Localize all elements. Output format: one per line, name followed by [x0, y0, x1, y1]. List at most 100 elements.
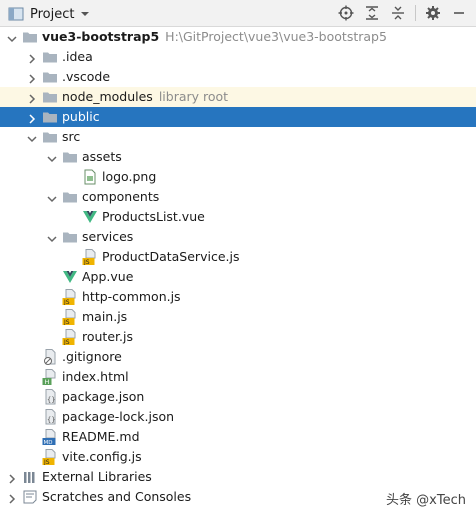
chevron-down-icon[interactable]: [80, 10, 90, 18]
tree-row-http-common-js[interactable]: JS http-common.js: [0, 287, 476, 307]
tree-row-label: .vscode: [62, 69, 111, 84]
tree-row-components[interactable]: components: [0, 187, 476, 207]
tree-row-label: vue3-bootstrap5: [42, 29, 160, 44]
tree-row-text: External Libraries: [42, 467, 152, 487]
tree-row-label: logo.png: [102, 169, 157, 184]
tree-row-assets[interactable]: assets: [0, 147, 476, 167]
tree-row-label: App.vue: [82, 269, 134, 284]
tree-row-gitignore[interactable]: .gitignore: [0, 347, 476, 367]
tree-row-label: router.js: [82, 329, 133, 344]
tree-row-label: node_modules: [62, 89, 153, 104]
library-root-hint: library root: [158, 89, 229, 104]
tree-row-text: ProductsList.vue: [102, 207, 205, 227]
tree-row-src[interactable]: src: [0, 127, 476, 147]
folder-icon: [62, 189, 78, 205]
chevron-right-icon[interactable]: [26, 91, 38, 104]
tree-row-vue3-bootstrap5[interactable]: vue3-bootstrap5 H:\GitProject\vue3\vue3-b…: [0, 27, 476, 47]
tree-row-vite-config-js[interactable]: JS vite.config.js: [0, 447, 476, 467]
tree-row-label: vite.config.js: [62, 449, 142, 464]
tree-row-text: vue3-bootstrap5 H:\GitProject\vue3\vue3-b…: [42, 27, 387, 47]
tree-row-label: .idea: [62, 49, 93, 64]
tree-row-external-libraries[interactable]: External Libraries: [0, 467, 476, 487]
chevron-right-icon[interactable]: [26, 71, 38, 84]
html-icon: H: [42, 369, 58, 386]
chevron-down-icon[interactable]: [46, 191, 58, 203]
tree-row-index-html[interactable]: Hindex.html: [0, 367, 476, 387]
tree-row-text: components: [82, 187, 159, 207]
tree-row-text: .gitignore: [62, 347, 122, 367]
svg-text:H: H: [45, 378, 50, 385]
collapse-all-icon[interactable]: [389, 4, 407, 22]
chevron-down-icon[interactable]: [26, 131, 38, 143]
folder-icon: [62, 149, 78, 165]
chevron-down-icon[interactable]: [46, 151, 58, 163]
tree-row-text: main.js: [82, 307, 127, 327]
tree-row-text: public: [62, 107, 100, 127]
tree-row-readme-md[interactable]: MD README.md: [0, 427, 476, 447]
tree-row-text: vite.config.js: [62, 447, 142, 467]
folder-icon: [62, 229, 78, 245]
tree-row-label: http-common.js: [82, 289, 181, 304]
folder-icon: [42, 49, 58, 65]
tree-row-idea[interactable]: .idea: [0, 47, 476, 67]
js-icon: JS: [62, 329, 78, 346]
tree-row-label: Scratches and Consoles: [42, 489, 192, 504]
folder-icon: [22, 29, 38, 45]
tree-row-app-vue[interactable]: App.vue: [0, 267, 476, 287]
tree-row-router-js[interactable]: JS router.js: [0, 327, 476, 347]
tree-row-text: Scratches and Consoles: [42, 487, 191, 507]
tree-row-label: package.json: [62, 389, 145, 404]
tree-row-package-json[interactable]: {} package.json: [0, 387, 476, 407]
tree-row-text: .idea: [62, 47, 93, 67]
tree-row-text: package-lock.json: [62, 407, 174, 427]
chevron-right-icon[interactable]: [26, 111, 38, 124]
svg-text:MD: MD: [44, 440, 53, 445]
chevron-down-icon[interactable]: [6, 31, 18, 43]
tree-row-text: assets: [82, 147, 122, 167]
tree-row-productslist-vue[interactable]: ProductsList.vue: [0, 207, 476, 227]
folder-icon: [42, 89, 58, 105]
js-icon: JS: [62, 309, 78, 326]
tree-row-label: README.md: [62, 429, 140, 444]
json-icon: {}: [42, 409, 58, 425]
tree-row-text: http-common.js: [82, 287, 181, 307]
tree-row-text: node_modules library root: [62, 87, 228, 107]
js-icon: JS: [82, 249, 98, 266]
tree-row-main-js[interactable]: JS main.js: [0, 307, 476, 327]
chevron-right-icon[interactable]: [26, 51, 38, 64]
chevron-down-icon[interactable]: [46, 231, 58, 243]
chevron-right-icon[interactable]: [6, 471, 18, 484]
project-view-selector[interactable]: Project: [8, 6, 90, 22]
libraries-icon: [22, 469, 38, 485]
tree-row-text: src: [62, 127, 80, 147]
vue-icon: [82, 209, 98, 225]
tree-row-productdataservice-js[interactable]: JS ProductDataService.js: [0, 247, 476, 267]
expand-all-icon[interactable]: [363, 4, 381, 22]
chevron-right-icon[interactable]: [6, 491, 18, 504]
watermark: 头条 @xTech: [386, 493, 466, 508]
project-path: H:\GitProject\vue3\vue3-bootstrap5: [165, 29, 387, 44]
tree-row-services[interactable]: services: [0, 227, 476, 247]
tree-row-vscode[interactable]: .vscode: [0, 67, 476, 87]
js-icon: JS: [42, 449, 58, 466]
tree-row-text: router.js: [82, 327, 133, 347]
project-view-icon: [8, 7, 24, 21]
gear-icon[interactable]: [424, 4, 442, 22]
tree-row-text: package.json: [62, 387, 144, 407]
tree-row-node-modules[interactable]: node_modules library root: [0, 87, 476, 107]
tree-row-label: main.js: [82, 309, 128, 324]
tree-row-label: ProductsList.vue: [102, 209, 205, 224]
toolbar-separator: [415, 5, 416, 21]
project-view-title: Project: [30, 6, 75, 22]
tree-row-label: services: [82, 229, 134, 244]
tree-row-package-lock-json[interactable]: {} package-lock.json: [0, 407, 476, 427]
hide-icon[interactable]: [450, 4, 468, 22]
tree-row-logo-png[interactable]: logo.png: [0, 167, 476, 187]
folder-icon: [42, 69, 58, 85]
tree-row-label: assets: [82, 149, 122, 164]
svg-text:JS: JS: [43, 459, 50, 465]
tree-row-label: .gitignore: [62, 349, 122, 364]
crosshair-icon[interactable]: [337, 4, 355, 22]
tree-row-public[interactable]: public: [0, 107, 476, 127]
folder-icon: [42, 129, 58, 145]
